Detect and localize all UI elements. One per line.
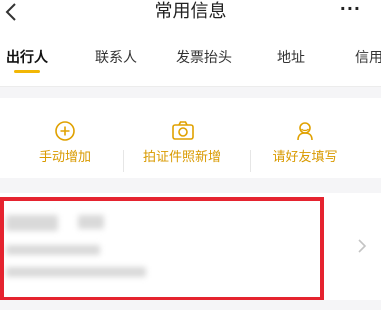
- invite-friend-button[interactable]: 请好友填写: [253, 98, 357, 178]
- chevron-right-icon[interactable]: [356, 238, 368, 254]
- scan-id-label: 拍证件照新增: [142, 150, 221, 165]
- manual-add-button[interactable]: 手动增加: [10, 98, 120, 178]
- more-icon[interactable]: ···: [340, 0, 361, 24]
- action-separator: [123, 150, 124, 172]
- page-title: 常用信息: [154, 1, 227, 22]
- scan-id-button[interactable]: 拍证件照新增: [126, 98, 238, 178]
- manual-add-label: 手动增加: [38, 150, 91, 165]
- tab-credit[interactable]: 信用: [355, 48, 381, 68]
- action-separator: [250, 150, 251, 172]
- tab-travelers[interactable]: 出行人: [6, 48, 48, 68]
- tab-bar: 出行人 联系人 发票抬头 地址 信用: [0, 30, 381, 86]
- tab-address[interactable]: 地址: [277, 48, 305, 68]
- bottom-spacer: [0, 300, 381, 310]
- friend-icon: [294, 120, 316, 142]
- tab-divider: [0, 86, 381, 87]
- top-nav-bar: 常用信息 ···: [0, 0, 381, 30]
- plus-circle-icon: [54, 120, 76, 142]
- highlight-box: [0, 197, 324, 301]
- tab-contacts[interactable]: 联系人: [95, 48, 137, 68]
- active-tab-indicator: [14, 70, 40, 73]
- tab-invoice-title[interactable]: 发票抬头: [176, 48, 232, 68]
- invite-friend-label: 请好友填写: [272, 150, 338, 165]
- add-traveler-actions: 手动增加 拍证件照新增 请好友填写: [0, 98, 381, 178]
- camera-icon: [171, 120, 194, 142]
